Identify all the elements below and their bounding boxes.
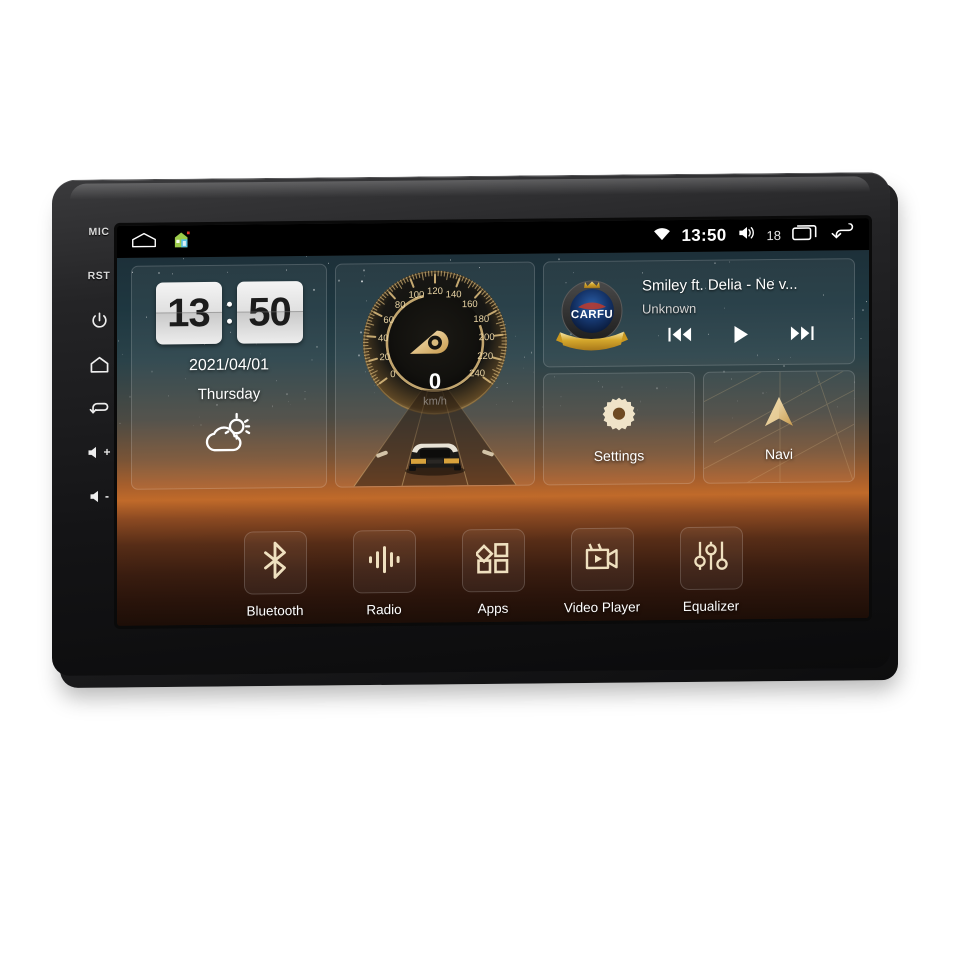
home-screen: 13 50 2021/04/01 Thursday 0 20 40 60 80 … (117, 250, 869, 626)
weather-area[interactable] (132, 411, 326, 462)
sun-behind-cloud-icon (201, 411, 257, 461)
power-button[interactable] (76, 298, 122, 342)
dock-item-equalizer[interactable]: Equalizer (671, 526, 751, 614)
clock-minutes: 50 (237, 281, 303, 344)
clock-weekday: Thursday (132, 385, 326, 404)
equalizer-sliders-icon (694, 539, 728, 578)
app-dock: Bluetooth Radio Apps Video Player Equali… (117, 525, 869, 620)
car-rear-icon (405, 443, 465, 476)
dock-item-apps[interactable]: Apps (453, 529, 533, 617)
reset-button[interactable]: RST (76, 254, 122, 298)
volume-down-label: - (105, 489, 109, 503)
play-icon[interactable] (731, 324, 751, 349)
svg-text:160: 160 (462, 299, 478, 310)
speedometer-widget[interactable]: 020406080100120140160180200220240 0 km/h (335, 262, 535, 488)
volume-up-button[interactable]: + (76, 430, 122, 474)
status-volume-level: 18 (767, 227, 781, 242)
bluetooth-label: Bluetooth (246, 603, 303, 619)
bluetooth-button[interactable] (244, 531, 307, 595)
radio-button[interactable] (353, 530, 416, 594)
clock-hours: 13 (156, 282, 222, 345)
gear-icon (600, 394, 638, 437)
svg-text:140: 140 (446, 289, 462, 300)
video-camera-icon (584, 541, 620, 578)
head-unit-device: MIC RST + - 13:50 18 13 50 2021/04/01 Th… (52, 176, 897, 686)
mic-label: MIC (76, 210, 122, 254)
clock-colon (226, 302, 233, 324)
svg-text:240: 240 (469, 368, 485, 379)
bluetooth-icon (259, 541, 291, 584)
skip-previous-icon[interactable] (668, 326, 692, 348)
navigation-arrow-icon (759, 392, 799, 435)
touchscreen[interactable]: 13:50 18 13 50 2021/04/01 Thursday 0 20 … (117, 218, 869, 626)
settings-label: Settings (594, 447, 645, 464)
navi-label: Navi (765, 445, 793, 461)
back-arrow-icon[interactable] (829, 223, 855, 245)
media-artist: Unknown (642, 299, 840, 316)
svg-text:100: 100 (408, 290, 424, 301)
dock-item-radio[interactable]: Radio (344, 530, 424, 618)
svg-text:40: 40 (378, 333, 389, 344)
road-animation (336, 389, 534, 487)
svg-text:0: 0 (390, 369, 395, 380)
navi-tile[interactable]: Navi (703, 370, 855, 484)
radio-label: Radio (366, 602, 401, 617)
house-color-icon[interactable] (173, 230, 193, 253)
wifi-icon (653, 227, 671, 246)
apps-label: Apps (478, 601, 509, 616)
flip-clock: 13 50 (132, 281, 326, 345)
svg-text:60: 60 (383, 315, 394, 326)
apps-button[interactable] (462, 529, 525, 593)
volume-up-label: + (103, 445, 110, 459)
equalizer-label: Equalizer (683, 598, 739, 614)
status-time: 13:50 (682, 226, 727, 246)
video-player-button[interactable] (571, 528, 634, 592)
svg-text:20: 20 (380, 352, 391, 363)
equalizer-button[interactable] (680, 526, 743, 590)
svg-text:180: 180 (473, 314, 489, 325)
back-button[interactable] (76, 386, 122, 430)
svg-text:120: 120 (427, 286, 443, 297)
dock-item-bluetooth[interactable]: Bluetooth (235, 531, 315, 619)
home-button[interactable] (76, 342, 122, 386)
settings-tile[interactable]: Settings (543, 372, 695, 486)
home-outline-icon[interactable] (131, 231, 157, 252)
apps-grid-icon (476, 541, 510, 580)
clock-widget[interactable]: 13 50 2021/04/01 Thursday (131, 264, 327, 490)
clock-date: 2021/04/01 (132, 356, 326, 376)
svg-text:200: 200 (479, 332, 495, 343)
svg-text:80: 80 (395, 300, 406, 311)
recents-icon[interactable] (792, 224, 818, 246)
volume-down-button[interactable]: - (76, 474, 122, 518)
status-volume-icon[interactable] (738, 225, 756, 245)
video-player-label: Video Player (564, 599, 640, 615)
radio-waves-icon (367, 542, 401, 581)
skip-next-icon[interactable] (790, 325, 814, 347)
dock-item-video-player[interactable]: Video Player (562, 527, 642, 615)
media-widget[interactable]: CARFU Smiley ft. Delia - Ne v... Unknown (543, 258, 855, 367)
media-title: Smiley ft. Delia - Ne v... (642, 275, 840, 294)
svg-text:220: 220 (477, 351, 493, 362)
carfu-logo-text: CARFU (571, 309, 613, 321)
carfu-badge-icon: CARFU (554, 274, 630, 355)
